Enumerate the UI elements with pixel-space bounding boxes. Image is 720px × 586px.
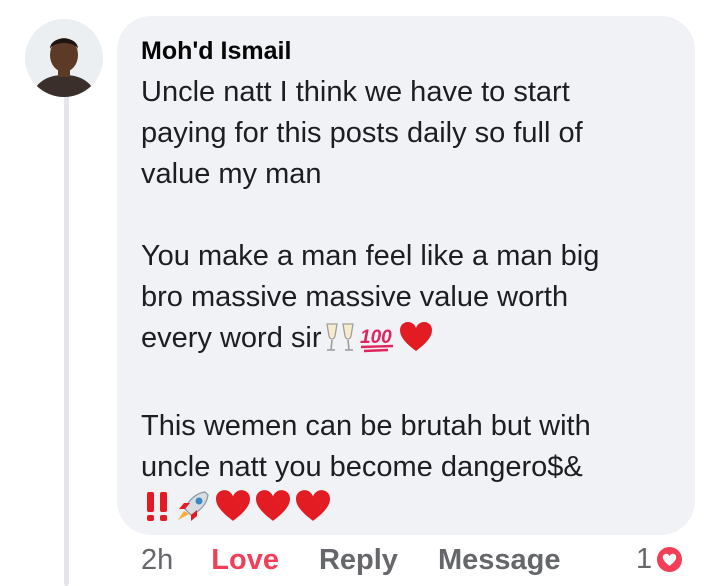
comment-line: Uncle natt I think we have to start bbox=[141, 76, 570, 108]
comment-paragraph-1: Uncle natt I think we have to start payi… bbox=[141, 72, 671, 195]
comment-actions: 2h Love Reply Message bbox=[141, 540, 600, 580]
double-exclamation-icon bbox=[141, 489, 175, 535]
rocket-icon bbox=[175, 489, 213, 535]
message-button[interactable]: Message bbox=[438, 544, 561, 577]
heart-icon bbox=[654, 544, 686, 575]
svg-text:100: 100 bbox=[360, 327, 392, 348]
red-heart-icon bbox=[398, 321, 434, 365]
comment-line: uncle natt you become dangero$& bbox=[141, 451, 583, 483]
comment-line: every word sir bbox=[141, 322, 322, 354]
clinking-glasses-icon bbox=[322, 321, 358, 365]
comment-timestamp[interactable]: 2h bbox=[141, 544, 173, 577]
thread-line bbox=[64, 96, 69, 586]
avatar[interactable] bbox=[25, 19, 103, 97]
reaction-count: 1 bbox=[636, 543, 653, 575]
comment-line: You make a man feel like a man big bbox=[141, 240, 600, 272]
comment-line: bro massive massive value worth bbox=[141, 281, 569, 313]
red-heart-icon bbox=[213, 489, 253, 535]
comment-paragraph-2: You make a man feel like a man big bro m… bbox=[141, 236, 671, 365]
reply-button[interactable]: Reply bbox=[319, 544, 398, 577]
red-heart-icon bbox=[293, 489, 333, 535]
comment-line: This wemen can be brutah but with bbox=[141, 410, 591, 442]
reaction-summary[interactable]: 1 bbox=[636, 543, 686, 576]
comment-line: paying for this posts daily so full of bbox=[141, 117, 583, 149]
red-heart-icon bbox=[253, 489, 293, 535]
comment-line: value my man bbox=[141, 158, 322, 190]
comment-bubble: Moh'd Ismail Uncle natt I think we have … bbox=[117, 16, 695, 535]
comment-paragraph-3: This wemen can be brutah but with uncle … bbox=[141, 406, 671, 535]
love-reaction-button[interactable]: Love bbox=[211, 544, 279, 577]
hundred-points-icon: 100 bbox=[358, 321, 398, 365]
comment-author[interactable]: Moh'd Ismail bbox=[141, 36, 671, 66]
